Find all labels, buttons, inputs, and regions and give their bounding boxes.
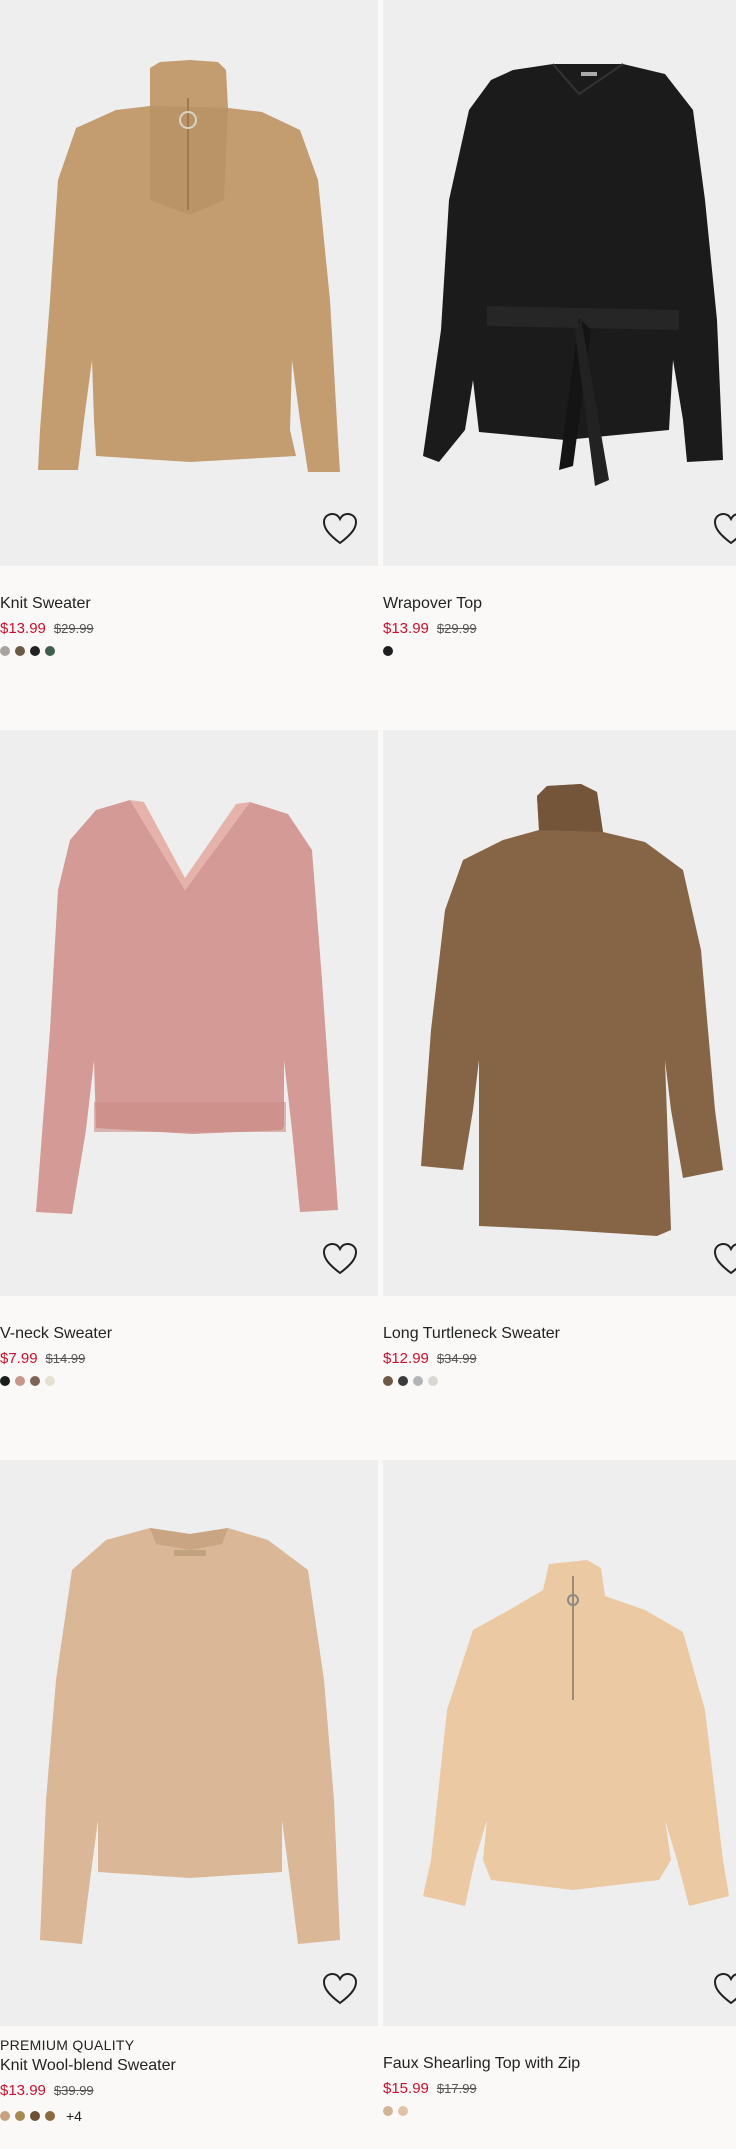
knit-sweater-image xyxy=(38,60,340,472)
sale-price: $15.99 xyxy=(383,2080,429,2097)
product-name[interactable]: Knit Wool-blend Sweater xyxy=(0,2056,378,2076)
color-swatch[interactable] xyxy=(0,1376,10,1386)
product-name[interactable]: Knit Sweater xyxy=(0,594,378,614)
price-line: $12.99 $34.99 xyxy=(383,1350,736,1368)
product-card[interactable]: V-neck Sweater $7.99 $14.99 xyxy=(0,730,378,1386)
product-image[interactable] xyxy=(0,0,378,566)
product-card[interactable]: Knit Sweater $13.99 $29.99 xyxy=(0,0,378,656)
color-swatches xyxy=(383,646,736,656)
color-swatch[interactable] xyxy=(383,1376,393,1386)
sale-price: $12.99 xyxy=(383,1350,429,1367)
sale-price: $7.99 xyxy=(0,1350,38,1367)
heart-icon[interactable] xyxy=(713,512,736,546)
original-price: $29.99 xyxy=(53,621,94,636)
price-line: $13.99 $29.99 xyxy=(383,620,736,638)
price-line: $13.99 $29.99 xyxy=(0,620,378,638)
color-swatch[interactable] xyxy=(428,1376,438,1386)
color-swatch[interactable] xyxy=(0,2111,10,2121)
color-swatch[interactable] xyxy=(30,1376,40,1386)
product-name[interactable]: Faux Shearling Top with Zip xyxy=(383,2054,736,2074)
color-swatch[interactable] xyxy=(15,646,25,656)
heart-icon[interactable] xyxy=(322,1242,358,1276)
original-price: $14.99 xyxy=(45,1351,86,1366)
color-swatch[interactable] xyxy=(15,2111,25,2121)
product-name[interactable]: Wrapover Top xyxy=(383,594,736,614)
color-swatches: +4 xyxy=(0,2108,378,2124)
product-image[interactable] xyxy=(0,730,378,1296)
v-neck-sweater-image xyxy=(36,800,338,1214)
color-swatch[interactable] xyxy=(45,646,55,656)
product-card[interactable]: Faux Shearling Top with Zip $15.99 $17.99 xyxy=(383,1460,736,2116)
color-swatch[interactable] xyxy=(45,2111,55,2121)
more-colors-count[interactable]: +4 xyxy=(66,2108,82,2124)
original-price: $17.99 xyxy=(436,2081,477,2096)
color-swatch[interactable] xyxy=(398,2106,408,2116)
wrapover-top-image xyxy=(423,63,723,486)
product-image[interactable] xyxy=(383,1460,736,2026)
product-card[interactable]: Long Turtleneck Sweater $12.99 $34.99 xyxy=(383,730,736,1386)
sale-price: $13.99 xyxy=(0,2082,46,2099)
product-card[interactable]: PREMIUM QUALITY Knit Wool-blend Sweater … xyxy=(0,1460,378,2124)
color-swatch[interactable] xyxy=(398,1376,408,1386)
product-image[interactable] xyxy=(0,1460,378,2026)
color-swatch[interactable] xyxy=(30,2111,40,2121)
heart-icon[interactable] xyxy=(713,1972,736,2006)
color-swatch[interactable] xyxy=(30,646,40,656)
heart-icon[interactable] xyxy=(322,512,358,546)
price-line: $7.99 $14.99 xyxy=(0,1350,378,1368)
color-swatch[interactable] xyxy=(45,1376,55,1386)
color-swatches xyxy=(0,646,378,656)
premium-quality-label: PREMIUM QUALITY xyxy=(0,2037,135,2053)
product-image[interactable] xyxy=(383,730,736,1296)
color-swatch[interactable] xyxy=(383,646,393,656)
price-line: $15.99 $17.99 xyxy=(383,2080,736,2098)
sale-price: $13.99 xyxy=(0,620,46,637)
color-swatches xyxy=(0,1376,378,1386)
original-price: $29.99 xyxy=(436,621,477,636)
faux-shearling-top-image xyxy=(423,1560,729,1906)
color-swatches xyxy=(383,1376,736,1386)
color-swatch[interactable] xyxy=(383,2106,393,2116)
knit-wool-blend-sweater-image xyxy=(40,1528,340,1944)
product-name[interactable]: Long Turtleneck Sweater xyxy=(383,1324,736,1344)
color-swatch[interactable] xyxy=(0,646,10,656)
color-swatch[interactable] xyxy=(15,1376,25,1386)
product-image[interactable] xyxy=(383,0,736,566)
original-price: $34.99 xyxy=(436,1351,477,1366)
heart-icon[interactable] xyxy=(322,1972,358,2006)
color-swatch[interactable] xyxy=(413,1376,423,1386)
heart-icon[interactable] xyxy=(713,1242,736,1276)
product-name[interactable]: V-neck Sweater xyxy=(0,1324,378,1344)
long-turtleneck-sweater-image xyxy=(421,784,723,1236)
color-swatches xyxy=(383,2106,736,2116)
price-line: $13.99 $39.99 xyxy=(0,2082,378,2100)
sale-price: $13.99 xyxy=(383,620,429,637)
original-price: $39.99 xyxy=(53,2083,94,2098)
product-card[interactable]: Wrapover Top $13.99 $29.99 xyxy=(383,0,736,656)
